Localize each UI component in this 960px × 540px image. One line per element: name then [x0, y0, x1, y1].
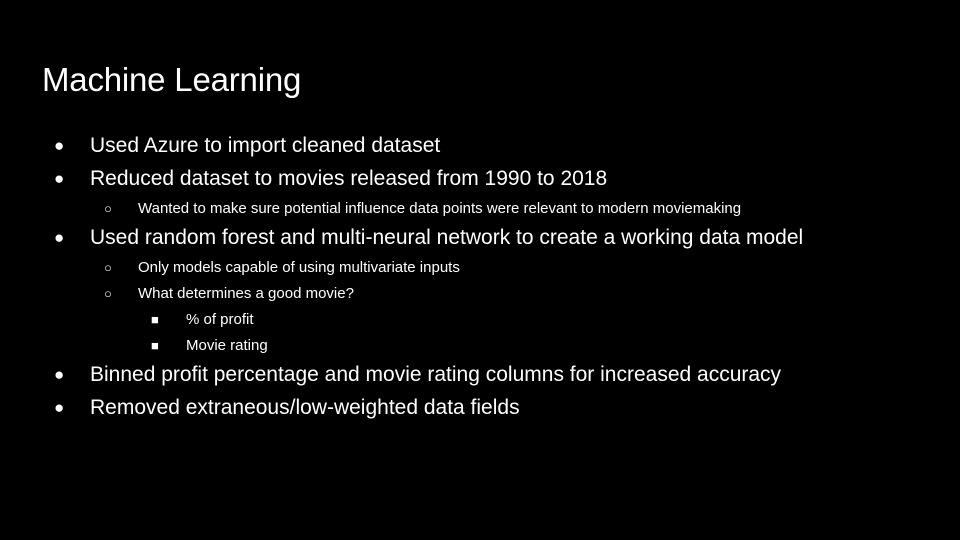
bullet-text: Used random forest and multi-neural netw… [90, 226, 804, 249]
bullet-text: Reduced dataset to movies released from … [90, 167, 608, 190]
filled-circle-bullet-icon: ● [54, 228, 65, 247]
hollow-circle-bullet-icon: ○ [104, 286, 112, 301]
bullet-text: Used Azure to import cleaned dataset [90, 134, 441, 157]
bullet-text: Removed extraneous/low-weighted data fie… [90, 396, 520, 419]
bullet-text: Binned profit percentage and movie ratin… [90, 363, 782, 386]
filled-circle-bullet-icon: ● [54, 169, 65, 188]
filled-circle-bullet-icon: ● [54, 365, 65, 384]
filled-circle-bullet-icon: ● [54, 398, 65, 417]
bullet-text: Wanted to make sure potential influence … [138, 200, 742, 217]
bullet-text: % of profit [186, 311, 254, 328]
square-bullet-icon: ■ [151, 312, 159, 327]
slide-title: Machine Learning [42, 61, 302, 98]
bullet-text: What determines a good movie? [138, 285, 354, 302]
hollow-circle-bullet-icon: ○ [104, 201, 112, 216]
slide: Machine Learning ● Used Azure to import … [0, 0, 960, 540]
bullet-text: Only models capable of using multivariat… [138, 259, 460, 276]
hollow-circle-bullet-icon: ○ [104, 260, 112, 275]
filled-circle-bullet-icon: ● [54, 136, 65, 155]
bullet-text: Movie rating [186, 337, 268, 354]
square-bullet-icon: ■ [151, 338, 159, 353]
